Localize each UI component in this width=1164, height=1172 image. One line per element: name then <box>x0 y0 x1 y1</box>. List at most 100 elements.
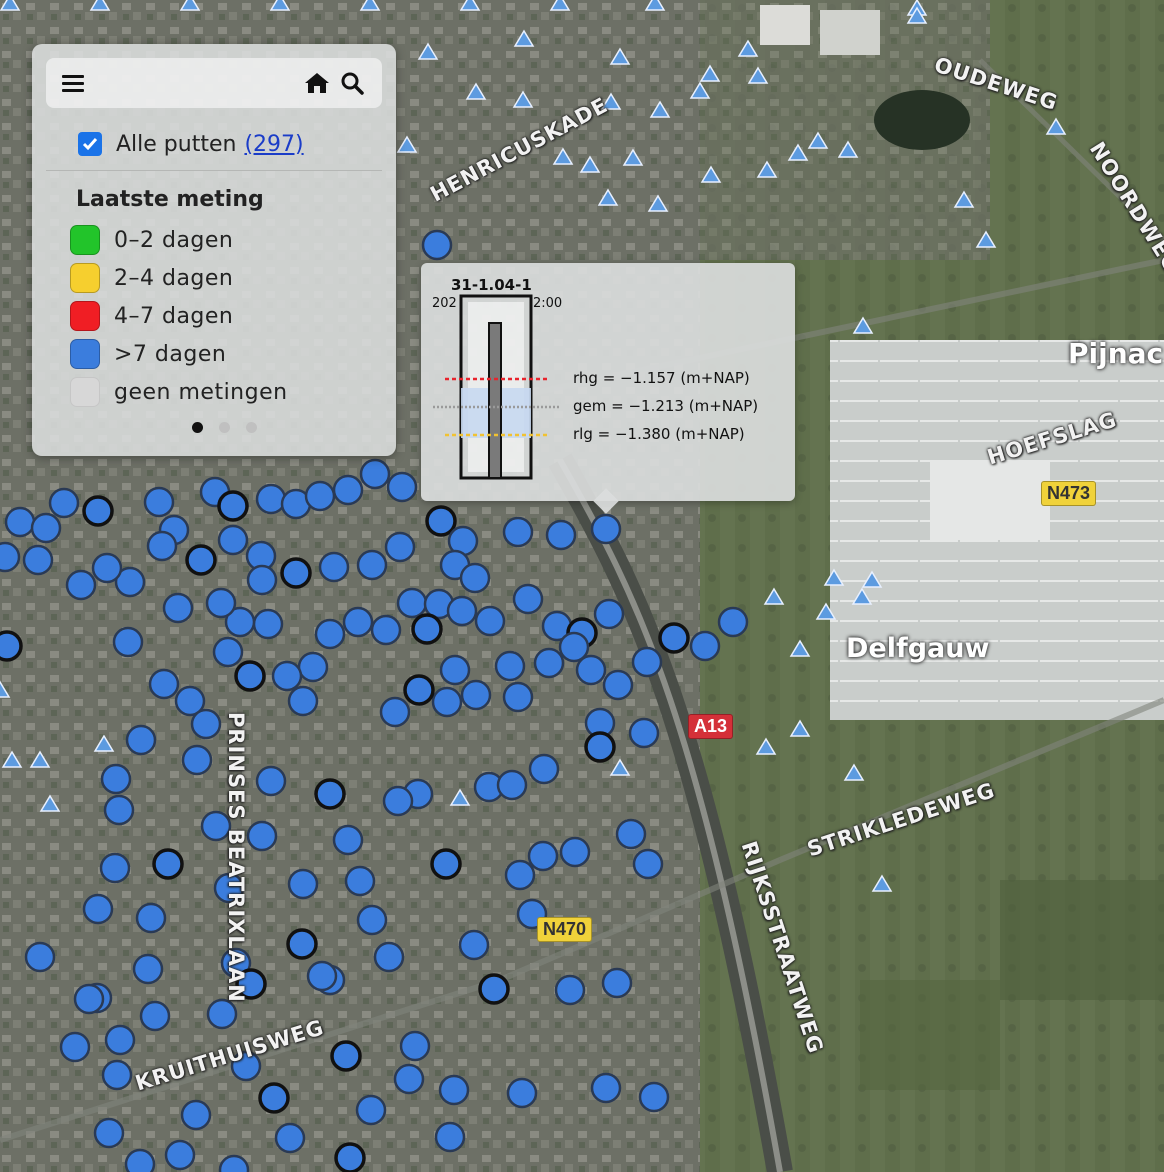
well-marker[interactable] <box>411 613 443 645</box>
well-marker[interactable] <box>314 778 346 810</box>
well-marker[interactable] <box>396 587 428 619</box>
well-marker[interactable] <box>689 630 721 662</box>
well-marker[interactable] <box>717 606 749 638</box>
well-marker[interactable] <box>212 636 244 668</box>
well-marker[interactable] <box>496 769 528 801</box>
well-marker[interactable] <box>297 651 329 683</box>
well-marker[interactable] <box>593 598 625 630</box>
well-marker[interactable] <box>280 557 312 589</box>
well-marker[interactable] <box>332 474 364 506</box>
well-marker[interactable] <box>143 486 175 518</box>
well-marker[interactable] <box>373 941 405 973</box>
well-marker[interactable] <box>528 753 560 785</box>
well-marker[interactable] <box>590 1072 622 1104</box>
well-marker[interactable] <box>533 647 565 679</box>
well-marker[interactable] <box>48 487 80 519</box>
well-marker[interactable] <box>99 852 131 884</box>
well-marker[interactable] <box>103 794 135 826</box>
well-marker[interactable] <box>65 569 97 601</box>
well-marker[interactable] <box>314 618 346 650</box>
well-marker[interactable] <box>527 840 559 872</box>
well-marker[interactable] <box>132 953 164 985</box>
well-marker[interactable] <box>162 592 194 624</box>
well-marker[interactable] <box>306 960 338 992</box>
well-marker[interactable] <box>502 516 534 548</box>
well-marker[interactable] <box>287 685 319 717</box>
all-wells-row[interactable]: Alle putten (297) <box>78 128 304 160</box>
well-marker[interactable] <box>359 458 391 490</box>
well-marker[interactable] <box>304 480 336 512</box>
well-marker[interactable] <box>460 679 492 711</box>
well-marker[interactable] <box>399 1030 431 1062</box>
well-marker[interactable] <box>93 1117 125 1149</box>
well-marker[interactable] <box>425 505 457 537</box>
well-marker[interactable] <box>506 1077 538 1109</box>
well-marker[interactable] <box>0 630 23 662</box>
well-marker[interactable] <box>112 626 144 658</box>
well-marker[interactable] <box>318 551 350 583</box>
well-marker[interactable] <box>101 1059 133 1091</box>
well-marker[interactable] <box>382 785 414 817</box>
well-marker[interactable] <box>628 717 660 749</box>
well-marker[interactable] <box>205 587 237 619</box>
pager-dot[interactable] <box>246 422 257 433</box>
well-marker[interactable] <box>632 848 664 880</box>
well-marker[interactable] <box>631 646 663 678</box>
all-wells-checkbox[interactable] <box>78 132 102 156</box>
pager-dot[interactable] <box>192 422 203 433</box>
well-marker[interactable] <box>164 1139 196 1171</box>
well-marker[interactable] <box>206 998 238 1030</box>
well-marker[interactable] <box>502 681 534 713</box>
well-marker[interactable] <box>638 1081 670 1113</box>
well-marker[interactable] <box>439 654 471 686</box>
well-marker[interactable] <box>584 731 616 763</box>
well-marker[interactable] <box>181 744 213 776</box>
well-marker[interactable] <box>73 983 105 1015</box>
well-marker[interactable] <box>139 1000 171 1032</box>
well-marker[interactable] <box>287 868 319 900</box>
well-marker[interactable] <box>342 606 374 638</box>
search-icon[interactable] <box>339 70 365 96</box>
well-marker[interactable] <box>185 544 217 576</box>
well-marker[interactable] <box>590 513 622 545</box>
well-marker[interactable] <box>558 631 590 663</box>
well-marker[interactable] <box>602 669 634 701</box>
home-icon[interactable] <box>304 70 330 96</box>
well-marker[interactable] <box>478 973 510 1005</box>
well-marker[interactable] <box>217 490 249 522</box>
well-marker[interactable] <box>356 549 388 581</box>
well-marker[interactable] <box>0 541 21 573</box>
well-marker[interactable] <box>458 929 490 961</box>
well-marker[interactable] <box>430 848 462 880</box>
well-marker[interactable] <box>286 928 318 960</box>
well-marker[interactable] <box>217 524 249 556</box>
well-marker[interactable] <box>148 668 180 700</box>
well-marker[interactable] <box>22 544 54 576</box>
well-marker[interactable] <box>434 1121 466 1153</box>
well-marker[interactable] <box>146 530 178 562</box>
hamburger-icon[interactable] <box>60 70 86 96</box>
well-marker[interactable] <box>82 893 114 925</box>
well-marker[interactable] <box>459 562 491 594</box>
well-marker[interactable] <box>30 512 62 544</box>
well-marker[interactable] <box>104 1024 136 1056</box>
well-marker[interactable] <box>332 824 364 856</box>
well-marker[interactable] <box>403 674 435 706</box>
well-marker[interactable] <box>252 608 284 640</box>
well-marker[interactable] <box>474 605 506 637</box>
well-marker[interactable] <box>334 1142 366 1172</box>
well-marker[interactable] <box>504 859 536 891</box>
well-marker[interactable] <box>494 650 526 682</box>
pager-dot[interactable] <box>219 422 230 433</box>
well-marker[interactable] <box>384 531 416 563</box>
well-marker[interactable] <box>4 506 36 538</box>
well-marker[interactable] <box>431 686 463 718</box>
well-marker[interactable] <box>601 967 633 999</box>
well-marker[interactable] <box>370 614 402 646</box>
well-marker[interactable] <box>100 763 132 795</box>
well-marker[interactable] <box>82 495 114 527</box>
well-marker[interactable] <box>421 229 453 261</box>
well-marker[interactable] <box>393 1063 425 1095</box>
well-marker[interactable] <box>379 696 411 728</box>
well-marker[interactable] <box>135 902 167 934</box>
